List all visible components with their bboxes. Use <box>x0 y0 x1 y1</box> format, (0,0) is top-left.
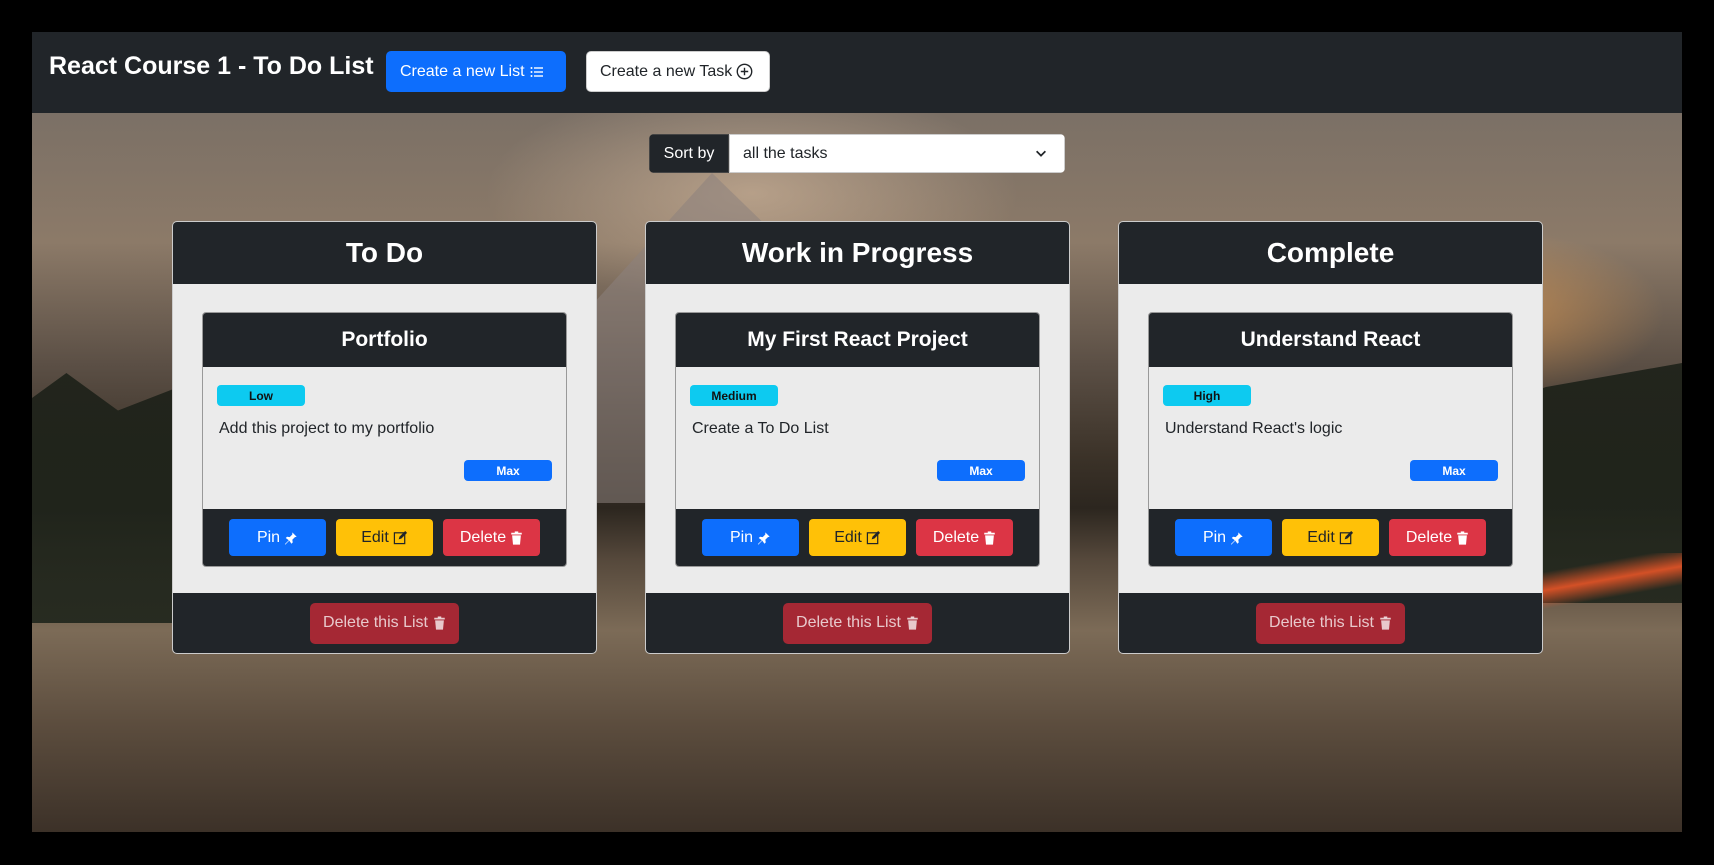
background-landscape: Sort by all the tasks To Do Portfolio Lo… <box>32 113 1682 832</box>
plus-circle-icon <box>736 63 753 80</box>
sort-selected-value: all the tasks <box>743 144 828 162</box>
list-icon <box>529 64 545 80</box>
priority-badge: High <box>1163 385 1251 406</box>
delete-list-label: Delete this List <box>796 614 901 631</box>
pin-label: Pin <box>256 528 281 546</box>
edit-label: Edit <box>361 528 389 546</box>
trash-icon <box>510 530 523 545</box>
list-footer: Delete this List <box>1119 593 1542 653</box>
pin-label: Pin <box>1202 528 1227 546</box>
edit-button[interactable]: Edit <box>809 519 906 556</box>
trash-icon <box>1456 530 1469 545</box>
list-title: To Do <box>173 222 596 284</box>
edit-button[interactable]: Edit <box>336 519 433 556</box>
task-title: My First React Project <box>676 313 1039 367</box>
assignee-badge: Max <box>464 460 552 481</box>
task-actions: Pin Edit Delete <box>1149 509 1512 566</box>
task-title: Portfolio <box>203 313 566 367</box>
pin-button[interactable]: Pin <box>1175 519 1272 556</box>
chevron-down-icon <box>1034 146 1048 165</box>
list-title: Complete <box>1119 222 1542 284</box>
list-title: Work in Progress <box>646 222 1069 284</box>
sort-label: Sort by <box>649 134 729 173</box>
delete-label: Delete <box>459 528 507 546</box>
priority-badge: Low <box>217 385 305 406</box>
list-footer: Delete this List <box>646 593 1069 653</box>
navbar: React Course 1 - To Do List Create a new… <box>32 32 1682 113</box>
delete-list-button[interactable]: Delete this List <box>310 602 459 644</box>
sort-select[interactable]: all the tasks <box>729 134 1065 173</box>
trash-icon <box>1379 616 1392 630</box>
task-description: Create a To Do List <box>692 420 829 437</box>
create-list-label: Create a new List <box>400 62 525 80</box>
priority-badge: Medium <box>690 385 778 406</box>
delete-list-button[interactable]: Delete this List <box>783 602 932 644</box>
edit-icon <box>866 530 881 545</box>
pin-icon <box>284 531 298 545</box>
delete-button[interactable]: Delete <box>1389 519 1486 556</box>
edit-icon <box>1339 530 1354 545</box>
edit-label: Edit <box>834 528 862 546</box>
task-title: Understand React <box>1149 313 1512 367</box>
task-actions: Pin Edit Delete <box>676 509 1039 566</box>
task-card: Understand React High Understand React's… <box>1148 312 1513 567</box>
pin-button[interactable]: Pin <box>229 519 326 556</box>
delete-list-label: Delete this List <box>323 614 428 631</box>
pin-button[interactable]: Pin <box>702 519 799 556</box>
list-card-in-progress: Work in Progress My First React Project … <box>645 221 1070 654</box>
delete-button[interactable]: Delete <box>443 519 540 556</box>
delete-list-label: Delete this List <box>1269 614 1374 631</box>
app-window: React Course 1 - To Do List Create a new… <box>32 32 1682 832</box>
edit-button[interactable]: Edit <box>1282 519 1379 556</box>
edit-label: Edit <box>1307 528 1335 546</box>
pin-icon <box>757 531 771 545</box>
task-description: Understand React's logic <box>1165 420 1343 437</box>
sort-control: Sort by all the tasks <box>649 134 1065 173</box>
trash-icon <box>906 616 919 630</box>
trash-icon <box>983 530 996 545</box>
pin-icon <box>1230 531 1244 545</box>
create-list-button[interactable]: Create a new List <box>386 51 566 92</box>
task-card: My First React Project Medium Create a T… <box>675 312 1040 567</box>
task-card: Portfolio Low Add this project to my por… <box>202 312 567 567</box>
delete-button[interactable]: Delete <box>916 519 1013 556</box>
edit-icon <box>393 530 408 545</box>
delete-list-button[interactable]: Delete this List <box>1256 602 1405 644</box>
create-task-button[interactable]: Create a new Task <box>586 51 770 92</box>
create-task-label: Create a new Task <box>600 62 733 80</box>
pin-label: Pin <box>729 528 754 546</box>
delete-label: Delete <box>932 528 980 546</box>
delete-label: Delete <box>1405 528 1453 546</box>
assignee-badge: Max <box>1410 460 1498 481</box>
task-actions: Pin Edit Delete <box>203 509 566 566</box>
assignee-badge: Max <box>937 460 1025 481</box>
list-footer: Delete this List <box>173 593 596 653</box>
list-card-complete: Complete Understand React High Understan… <box>1118 221 1543 654</box>
app-title: React Course 1 - To Do List <box>49 52 374 80</box>
list-card-todo: To Do Portfolio Low Add this project to … <box>172 221 597 654</box>
task-description: Add this project to my portfolio <box>219 420 435 437</box>
trash-icon <box>433 616 446 630</box>
